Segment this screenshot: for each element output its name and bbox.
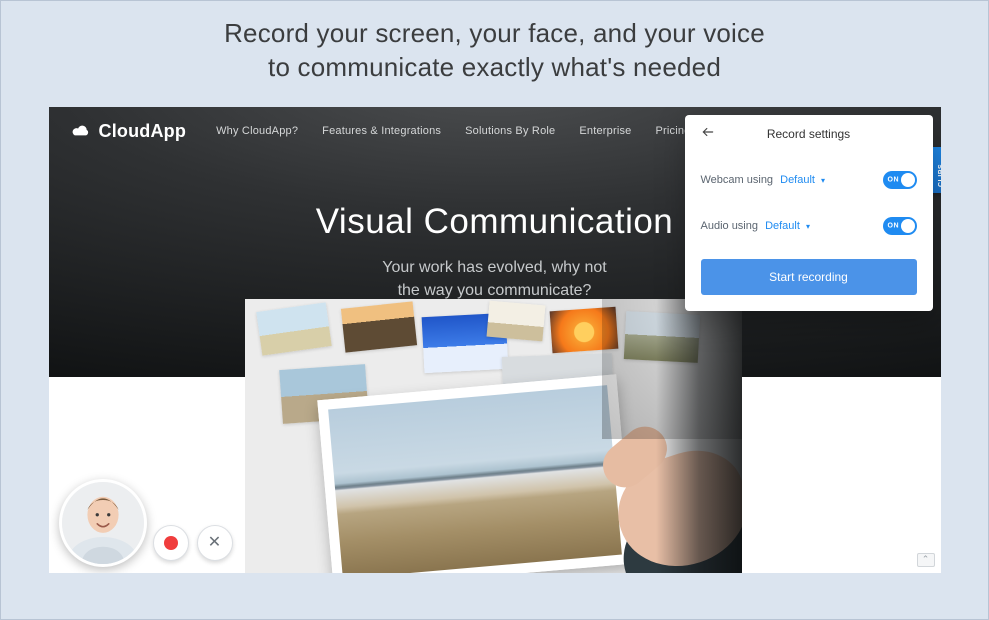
toggle-knob [901, 219, 915, 233]
nav-solutions[interactable]: Solutions By Role [465, 125, 555, 137]
audio-label: Audio using [701, 220, 759, 232]
audio-setting-row: Audio using Default ▾ ON [701, 203, 917, 249]
site-brand[interactable]: CloudApp [71, 121, 187, 142]
hero-sub-line-1: Your work has evolved, why not [382, 259, 606, 276]
site-brand-label: CloudApp [99, 121, 187, 142]
marketing-headline: Record your screen, your face, and your … [37, 17, 952, 85]
scroll-corner[interactable]: ⌃ [917, 553, 935, 567]
wall-photo [340, 301, 416, 352]
record-settings-panel: Record settings Webcam using Default ▾ O… [685, 115, 933, 311]
toggle-on-label: ON [888, 176, 900, 183]
webcam-value: Default [780, 174, 815, 186]
webcam-bubble[interactable] [59, 479, 147, 567]
audio-value: Default [765, 220, 800, 232]
start-recording-button[interactable]: Start recording [701, 259, 917, 295]
audio-toggle[interactable]: ON [883, 217, 917, 235]
nav-why[interactable]: Why CloudApp? [216, 125, 298, 137]
toggle-knob [901, 173, 915, 187]
wall-photo [549, 306, 618, 353]
webcam-source-select[interactable]: Webcam using Default ▾ [701, 174, 826, 186]
record-icon [164, 536, 178, 550]
record-button[interactable] [153, 525, 189, 561]
wall-photo [256, 302, 331, 355]
nav-features[interactable]: Features & Integrations [322, 125, 441, 137]
webcam-controls: ✕ [153, 525, 233, 561]
panel-title: Record settings [767, 127, 850, 141]
webcam-setting-row: Webcam using Default ▾ ON [701, 157, 917, 203]
headline-line-1: Record your screen, your face, and your … [224, 18, 765, 48]
webcam-label: Webcam using [701, 174, 774, 186]
chevron-down-icon: ▾ [821, 176, 825, 185]
held-photograph [317, 374, 632, 573]
nav-enterprise[interactable]: Enterprise [579, 125, 631, 137]
person-avatar-icon [62, 482, 144, 564]
cloud-icon [71, 124, 91, 138]
chevron-up-icon: ⌃ [922, 554, 930, 565]
chevron-down-icon: ▾ [806, 222, 810, 231]
panel-back-button[interactable] [697, 123, 719, 145]
audio-source-select[interactable]: Audio using Default ▾ [701, 220, 811, 232]
recording-preview-frame: CloudApp Why CloudApp? Features & Integr… [49, 107, 941, 573]
headline-line-2: to communicate exactly what's needed [268, 52, 721, 82]
hero-sub-line-2: the way you communicate? [398, 282, 592, 299]
close-webcam-button[interactable]: ✕ [197, 525, 233, 561]
webcam-toggle[interactable]: ON [883, 171, 917, 189]
wall-photo [486, 300, 545, 341]
side-badge-label: CLIPS [938, 163, 941, 186]
arrow-left-icon [701, 125, 715, 142]
close-icon: ✕ [208, 535, 221, 551]
hero-image [245, 299, 742, 573]
toggle-on-label: ON [888, 222, 900, 229]
